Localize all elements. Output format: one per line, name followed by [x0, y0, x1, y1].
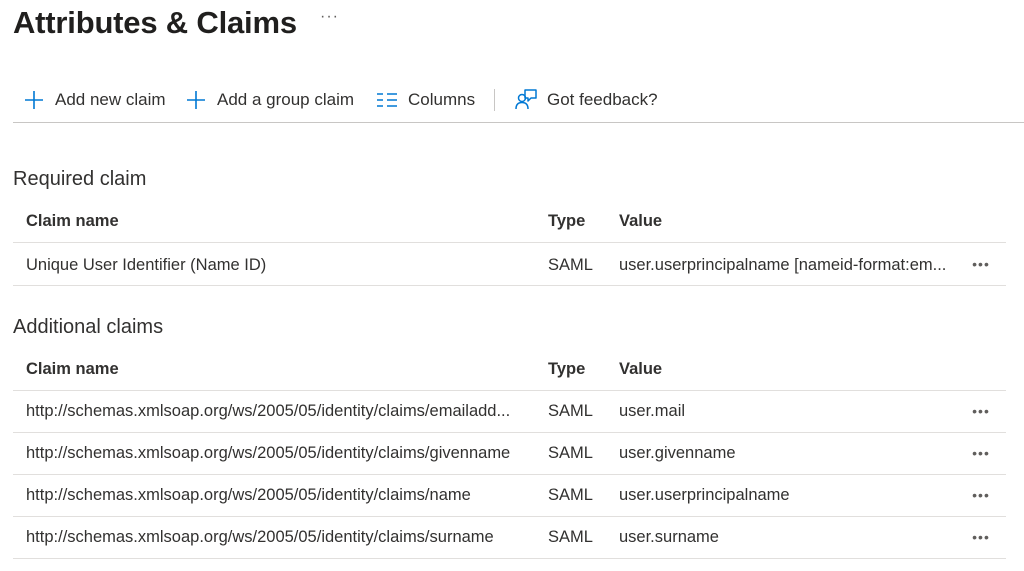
add-group-claim-label: Add a group claim — [217, 90, 355, 109]
claim-value-cell: user.givenname — [619, 444, 736, 462]
claim-type-cell: SAML — [548, 486, 593, 504]
columns-button[interactable]: Columns — [375, 80, 475, 120]
more-icon: ••• — [972, 445, 990, 461]
column-header-value[interactable]: Value — [619, 349, 959, 390]
column-header-type[interactable]: Type — [548, 201, 608, 242]
table-row[interactable]: http://schemas.xmlsoap.org/ws/2005/05/id… — [13, 433, 1006, 475]
feedback-button[interactable]: Got feedback? — [514, 80, 658, 120]
row-more-button[interactable]: ••• — [963, 391, 999, 432]
claim-value-cell: user.surname — [619, 528, 719, 546]
table-row[interactable]: http://schemas.xmlsoap.org/ws/2005/05/id… — [13, 517, 1006, 559]
claim-name-cell: http://schemas.xmlsoap.org/ws/2005/05/id… — [26, 402, 511, 420]
claim-type-cell: SAML — [548, 402, 593, 420]
plus-icon — [22, 88, 46, 112]
columns-icon — [375, 88, 399, 112]
column-header-value[interactable]: Value — [619, 201, 959, 242]
column-header-claim-name[interactable]: Claim name — [26, 201, 536, 242]
table-row[interactable]: http://schemas.xmlsoap.org/ws/2005/05/id… — [13, 475, 1006, 517]
plus-icon — [184, 88, 208, 112]
column-header-claim-name[interactable]: Claim name — [26, 349, 536, 390]
table-row[interactable]: http://schemas.xmlsoap.org/ws/2005/05/id… — [13, 391, 1006, 433]
add-new-claim-button[interactable]: Add new claim — [22, 80, 166, 120]
claim-value-cell: user.mail — [619, 402, 686, 420]
more-icon: ••• — [972, 529, 990, 545]
more-icon: ••• — [972, 487, 990, 503]
claim-name-cell: http://schemas.xmlsoap.org/ws/2005/05/id… — [26, 444, 511, 462]
table-row[interactable]: Unique User Identifier (Name ID) SAML us… — [13, 243, 1006, 286]
command-bar: Add new claim Add a group claim Columns … — [13, 80, 1024, 123]
table-header-row: Claim name Type Value — [13, 349, 1006, 391]
feedback-icon — [514, 88, 538, 112]
claim-value-cell: user.userprincipalname [nameid-format:em… — [619, 256, 947, 274]
required-claims-table: Claim name Type Value Unique User Identi… — [13, 201, 1006, 286]
additional-claims-table: Claim name Type Value http://schemas.xml… — [13, 349, 1006, 559]
claim-type-cell: SAML — [548, 444, 593, 462]
claim-type-cell: SAML — [548, 528, 593, 546]
required-claim-title: Required claim — [13, 168, 147, 190]
row-more-button[interactable]: ••• — [963, 433, 999, 474]
add-group-claim-button[interactable]: Add a group claim — [184, 80, 354, 120]
feedback-label: Got feedback? — [547, 90, 658, 109]
more-icon: ••• — [972, 403, 990, 419]
add-new-claim-label: Add new claim — [55, 90, 166, 109]
toolbar-divider — [494, 89, 495, 111]
row-more-button[interactable]: ••• — [963, 475, 999, 516]
more-icon: ••• — [972, 256, 990, 272]
more-icon[interactable]: ··· — [320, 8, 339, 26]
table-header-row: Claim name Type Value — [13, 201, 1006, 243]
claim-type-cell: SAML — [548, 256, 593, 274]
additional-claims-title: Additional claims — [13, 316, 164, 338]
column-header-type[interactable]: Type — [548, 349, 608, 390]
claim-name-cell: Unique User Identifier (Name ID) — [26, 256, 267, 274]
page-title: Attributes & Claims — [13, 5, 297, 40]
claim-name-cell: http://schemas.xmlsoap.org/ws/2005/05/id… — [26, 528, 494, 546]
row-more-button[interactable]: ••• — [963, 517, 999, 558]
columns-label: Columns — [408, 90, 476, 109]
claim-name-cell: http://schemas.xmlsoap.org/ws/2005/05/id… — [26, 486, 471, 504]
row-more-button[interactable]: ••• — [963, 243, 999, 285]
claim-value-cell: user.userprincipalname — [619, 486, 790, 504]
